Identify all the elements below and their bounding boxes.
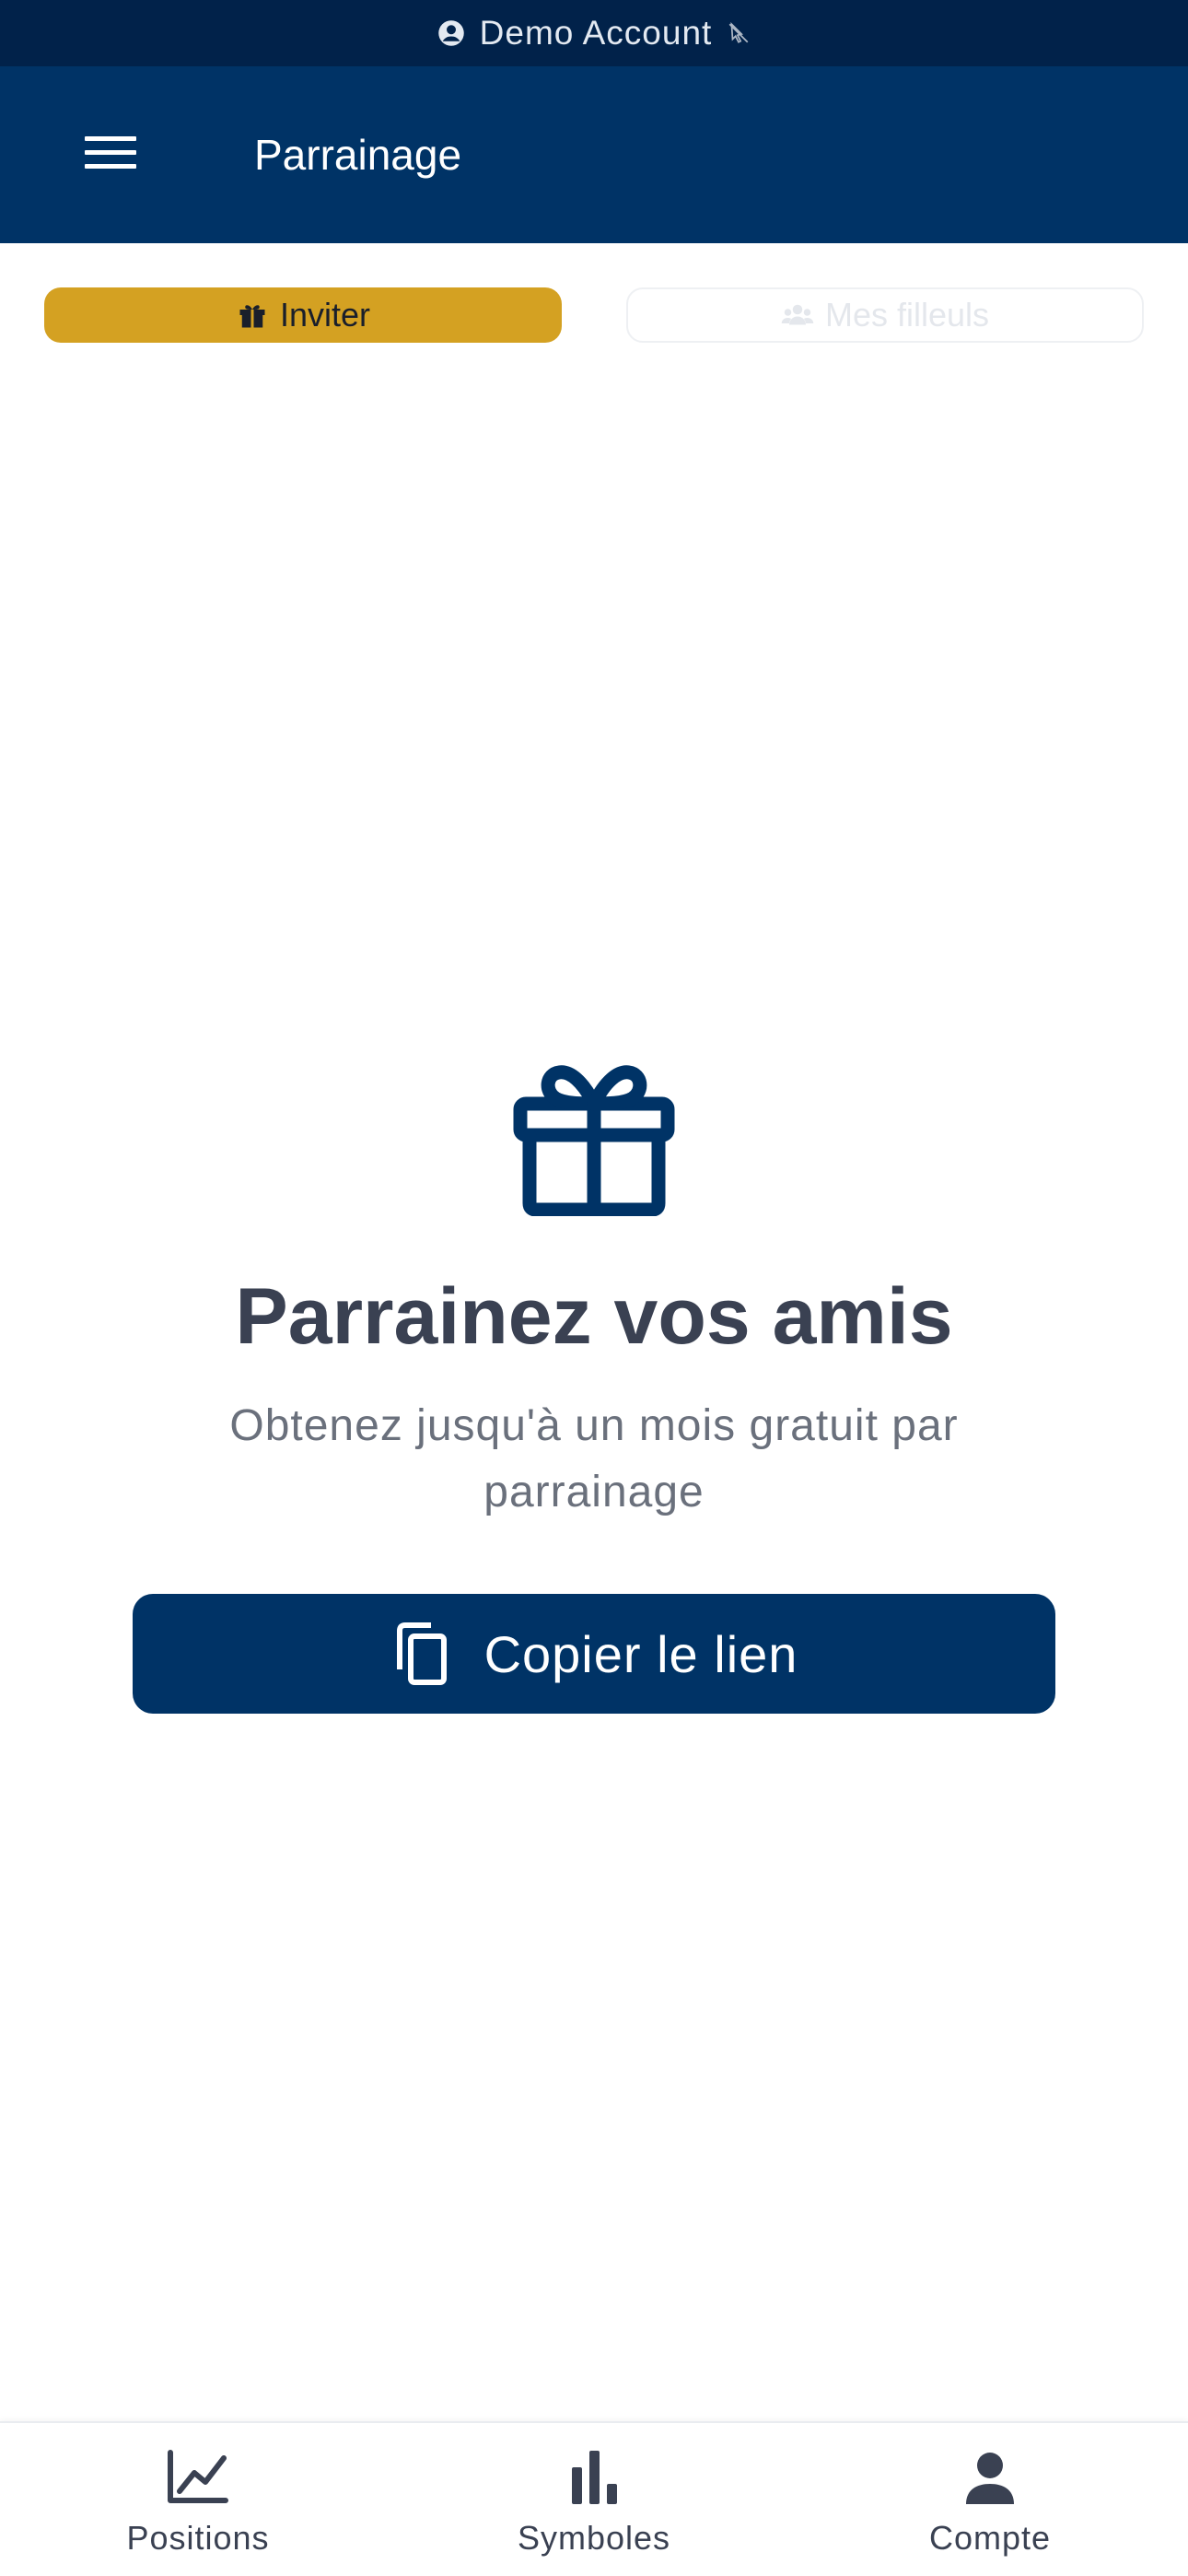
users-icon <box>781 299 814 332</box>
app-header: Parrainage <box>0 66 1188 243</box>
cursor-off-icon <box>727 21 751 45</box>
gift-icon <box>236 299 269 332</box>
account-circle-icon <box>437 19 465 47</box>
tab-inviter[interactable]: Inviter <box>44 287 562 343</box>
hamburger-menu-icon <box>85 135 136 176</box>
demo-account-label: Demo Account <box>479 14 713 52</box>
nav-item-positions[interactable]: Positions <box>60 2423 336 2576</box>
hero-subtext: Obtenez jusqu'à un mois gratuit par parr… <box>229 1401 959 1516</box>
nav-label-compte: Compte <box>928 2519 1052 2557</box>
copy-link-label: Copier le lien <box>483 1624 798 1683</box>
nav-label-symboles: Symboles <box>517 2519 671 2557</box>
tab-inviter-label: Inviter <box>279 296 371 334</box>
line-chart-icon <box>165 2447 231 2508</box>
tab-mes-filleuls[interactable]: Mes filleuls <box>626 287 1144 343</box>
referral-page: Demo Account Parrainage Inviter Mes fill… <box>0 0 1188 2576</box>
bottom-navigation: Positions Symboles Compte <box>0 2421 1188 2576</box>
bar-chart-icon <box>561 2447 627 2508</box>
nav-item-symboles[interactable]: Symboles <box>456 2423 732 2576</box>
hero-headline: Parrainez vos amis <box>235 1272 953 1361</box>
copy-link-button[interactable]: Copier le lien <box>133 1594 1055 1714</box>
nav-label-positions: Positions <box>126 2519 270 2557</box>
copy-icon <box>390 1622 449 1686</box>
gift-icon <box>511 1063 677 1217</box>
person-icon <box>957 2447 1023 2508</box>
tab-mes-filleuls-label: Mes filleuls <box>824 296 990 334</box>
demo-account-banner: Demo Account <box>0 0 1188 66</box>
menu-button[interactable] <box>77 131 144 179</box>
page-title: Parrainage <box>254 131 462 179</box>
nav-item-compte[interactable]: Compte <box>852 2423 1128 2576</box>
